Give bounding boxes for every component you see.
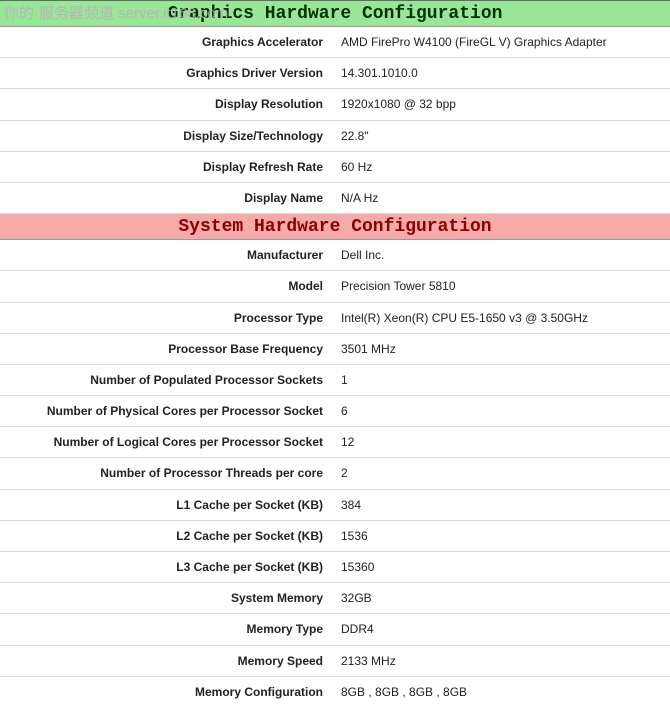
table-row: Memory Speed2133 MHz — [0, 645, 670, 676]
row-label: Graphics Accelerator — [0, 27, 333, 58]
table-row: Memory TypeDDR4 — [0, 614, 670, 645]
row-label: Processor Type — [0, 302, 333, 333]
section-title: Graphics Hardware Configuration — [0, 1, 670, 27]
row-label: Processor Base Frequency — [0, 333, 333, 364]
table-row: L3 Cache per Socket (KB)15360 — [0, 552, 670, 583]
row-value: 1920x1080 @ 32 bpp — [333, 89, 670, 120]
row-label: Number of Populated Processor Sockets — [0, 364, 333, 395]
row-value: 8GB , 8GB , 8GB , 8GB — [333, 676, 670, 707]
row-value: Precision Tower 5810 — [333, 271, 670, 302]
row-value: 2133 MHz — [333, 645, 670, 676]
section-title: System Hardware Configuration — [0, 214, 670, 240]
row-value: 15360 — [333, 552, 670, 583]
table-row: Graphics Driver Version14.301.1010.0 — [0, 58, 670, 89]
row-label: System Memory — [0, 583, 333, 614]
row-value: Intel(R) Xeon(R) CPU E5-1650 v3 @ 3.50GH… — [333, 302, 670, 333]
table-row: System Memory32GB — [0, 583, 670, 614]
row-value: 1 — [333, 364, 670, 395]
row-label: Manufacturer — [0, 240, 333, 271]
table-row: Number of Processor Threads per core2 — [0, 458, 670, 489]
table-row: Display Size/Technology22.8" — [0, 120, 670, 151]
row-value: N/A Hz — [333, 182, 670, 213]
table-row: L1 Cache per Socket (KB)384 — [0, 489, 670, 520]
row-value: 1536 — [333, 520, 670, 551]
table-row: Memory Configuration8GB , 8GB , 8GB , 8G… — [0, 676, 670, 707]
row-value: 384 — [333, 489, 670, 520]
section-header: System Hardware Configuration — [0, 214, 670, 240]
row-label: Memory Type — [0, 614, 333, 645]
row-value: Dell Inc. — [333, 240, 670, 271]
row-label: Display Resolution — [0, 89, 333, 120]
row-value: 22.8" — [333, 120, 670, 151]
table-row: Processor Base Frequency3501 MHz — [0, 333, 670, 364]
row-label: Display Refresh Rate — [0, 151, 333, 182]
table-row: Graphics AcceleratorAMD FirePro W4100 (F… — [0, 27, 670, 58]
config-table: Graphics Hardware ConfigurationGraphics … — [0, 0, 670, 707]
row-value: 12 — [333, 427, 670, 458]
row-value: 6 — [333, 396, 670, 427]
row-label: Memory Configuration — [0, 676, 333, 707]
row-value: 2 — [333, 458, 670, 489]
row-label: L1 Cache per Socket (KB) — [0, 489, 333, 520]
row-label: L2 Cache per Socket (KB) — [0, 520, 333, 551]
row-label: Display Size/Technology — [0, 120, 333, 151]
table-row: L2 Cache per Socket (KB)1536 — [0, 520, 670, 551]
row-label: Model — [0, 271, 333, 302]
row-value: 60 Hz — [333, 151, 670, 182]
table-row: Display Refresh Rate60 Hz — [0, 151, 670, 182]
table-row: Display NameN/A Hz — [0, 182, 670, 213]
table-row: Display Resolution1920x1080 @ 32 bpp — [0, 89, 670, 120]
section-header: Graphics Hardware Configuration — [0, 1, 670, 27]
row-label: Memory Speed — [0, 645, 333, 676]
table-row: ManufacturerDell Inc. — [0, 240, 670, 271]
row-label: Number of Physical Cores per Processor S… — [0, 396, 333, 427]
row-value: 14.301.1010.0 — [333, 58, 670, 89]
table-row: Number of Populated Processor Sockets1 — [0, 364, 670, 395]
row-value: AMD FirePro W4100 (FireGL V) Graphics Ad… — [333, 27, 670, 58]
row-label: Graphics Driver Version — [0, 58, 333, 89]
row-label: L3 Cache per Socket (KB) — [0, 552, 333, 583]
row-label: Display Name — [0, 182, 333, 213]
table-row: Number of Physical Cores per Processor S… — [0, 396, 670, 427]
row-label: Number of Logical Cores per Processor So… — [0, 427, 333, 458]
table-row: Processor TypeIntel(R) Xeon(R) CPU E5-16… — [0, 302, 670, 333]
row-value: 32GB — [333, 583, 670, 614]
table-row: Number of Logical Cores per Processor So… — [0, 427, 670, 458]
row-value: DDR4 — [333, 614, 670, 645]
row-value: 3501 MHz — [333, 333, 670, 364]
row-label: Number of Processor Threads per core — [0, 458, 333, 489]
table-row: ModelPrecision Tower 5810 — [0, 271, 670, 302]
